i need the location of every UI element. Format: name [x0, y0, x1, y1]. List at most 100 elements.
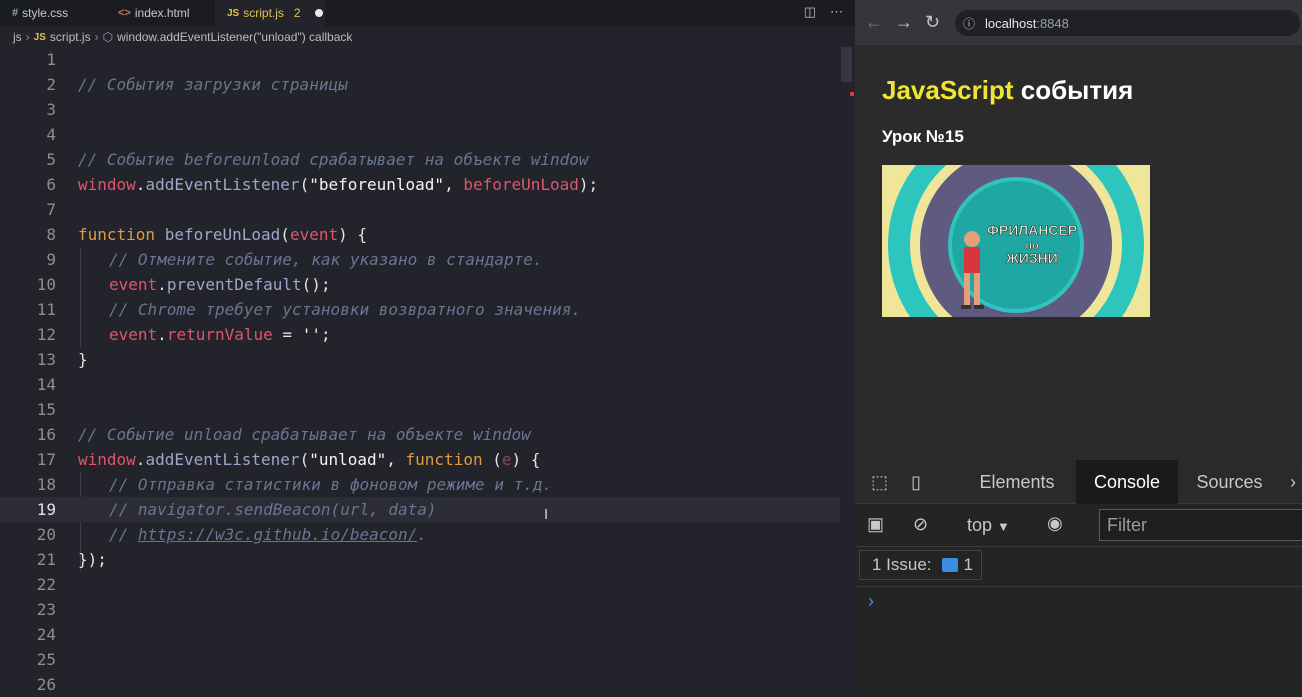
line-number: 24	[36, 625, 56, 644]
code-editor: # style.css <> index.html JS script.js 2…	[0, 0, 855, 697]
browser-window: ← → ↻ ⓘ localhost:8848 JavaScript событи…	[855, 0, 1302, 697]
tab-label: script.js	[243, 6, 284, 20]
tab-label: style.css	[22, 6, 69, 20]
breadcrumb-symbol[interactable]: window.addEventListener("unload") callba…	[117, 30, 352, 44]
address-bar[interactable]: ⓘ localhost:8848	[955, 10, 1300, 36]
code-line: 22	[0, 572, 845, 597]
code-line: 23	[0, 597, 845, 622]
code-token: ''	[301, 325, 321, 344]
code-line-current: 19 // navigator.sendBeacon(url, data)	[0, 497, 845, 522]
tab-elements[interactable]: Elements	[951, 460, 1083, 504]
device-toolbar-icon[interactable]: ▯	[911, 472, 921, 493]
line-number: 3	[46, 100, 56, 119]
code-line: 4	[0, 122, 845, 147]
code-line: 17 window.addEventListener("unload", func…	[0, 447, 845, 472]
text-cursor-icon: I	[544, 506, 549, 523]
code-token: "beforeunload"	[309, 175, 445, 194]
code-line: 16 // Событие unload срабатывает на объек…	[0, 422, 845, 447]
thumbnail-text: ФРИЛАНСЕР	[987, 222, 1077, 238]
lesson-thumbnail: ФРИЛАНСЕР по ЖИЗНИ	[882, 165, 1150, 317]
code-comment: // Отправка статистики в фоновом режиме …	[109, 475, 553, 494]
code-line: 5 // Событие beforeunload срабатывает на …	[0, 147, 845, 172]
code-token: beforeUnLoad	[463, 175, 579, 194]
js-file-icon: JS	[227, 7, 240, 19]
code-token: event	[289, 225, 339, 244]
context-selector[interactable]: top ▼	[967, 515, 1010, 536]
editor-tab-bar: # style.css <> index.html JS script.js 2…	[0, 0, 855, 26]
breadcrumb-file[interactable]: script.js	[50, 30, 91, 44]
clear-console-icon[interactable]: ⊘	[913, 514, 928, 535]
breadcrumb-folder[interactable]: js	[13, 30, 22, 44]
page-viewport: JavaScript события Урок №15 ФРИЛАНСЕР по…	[855, 45, 1302, 460]
line-number: 8	[46, 225, 56, 244]
reload-icon[interactable]: ↻	[925, 12, 940, 33]
line-number: 2	[46, 75, 56, 94]
code-comment: // События загрузки страницы	[78, 75, 348, 94]
code-token: returnValue	[166, 325, 273, 344]
page-title: JavaScript события	[882, 75, 1133, 106]
code-link[interactable]: https://w3c.github.io/beacon/	[138, 525, 417, 544]
breadcrumb: js › JS script.js › ⬡ window.addEventLis…	[0, 27, 855, 47]
js-file-icon: JS	[33, 31, 46, 43]
line-number: 1	[46, 50, 56, 69]
tab-sources[interactable]: Sources	[1178, 460, 1281, 504]
sidebar-toggle-icon[interactable]: ▣	[867, 514, 884, 535]
code-line: 14	[0, 372, 845, 397]
code-comment: // Событие unload срабатывает на объекте…	[78, 425, 531, 444]
issues-button[interactable]: 1 Issue: 1	[859, 550, 983, 580]
line-number: 7	[46, 200, 56, 219]
code-line: 2 // События загрузки страницы	[0, 72, 845, 97]
forward-arrow-icon[interactable]: →	[895, 12, 913, 33]
tab-index-html[interactable]: <> index.html	[106, 0, 212, 26]
error-marker	[850, 92, 854, 96]
code-line: 3	[0, 97, 845, 122]
more-tabs-icon[interactable]: ›	[1290, 472, 1296, 493]
code-token: function	[405, 450, 483, 469]
code-token: function	[78, 225, 156, 244]
code-token: e	[501, 450, 512, 469]
tab-script-js[interactable]: JS script.js 2	[215, 0, 325, 26]
browser-toolbar: ← → ↻ ⓘ localhost:8848	[855, 0, 1302, 45]
code-token: }	[78, 350, 88, 369]
code-line: 18 // Отправка статистики в фоновом режим…	[0, 472, 845, 497]
tab-console[interactable]: Console	[1076, 460, 1178, 504]
code-line: 20 // https://w3c.github.io/beacon/.	[0, 522, 845, 547]
code-comment: // Chrome требует установки возвратного …	[109, 300, 582, 319]
more-actions-icon[interactable]: ⋯	[830, 4, 843, 20]
page-title-highlight: JavaScript	[882, 75, 1014, 105]
code-line: 21});	[0, 547, 845, 572]
code-token: //	[109, 525, 138, 544]
console-prompt[interactable]: ›	[868, 591, 874, 612]
editor-actions: ◫ ⋯	[804, 4, 843, 20]
code-token: .	[417, 525, 427, 544]
inspect-element-icon[interactable]: ⬚	[871, 472, 888, 493]
tab-label: index.html	[134, 6, 190, 20]
code-token: window	[78, 175, 136, 194]
code-line: 9 // Отмените событие, как указано в стан…	[0, 247, 845, 272]
context-label: top	[967, 515, 993, 535]
unsaved-dot-icon[interactable]	[314, 9, 323, 17]
tab-style-css[interactable]: # style.css	[0, 0, 103, 26]
line-number: 23	[36, 600, 56, 619]
line-number: 6	[46, 175, 56, 194]
site-info-icon[interactable]: ⓘ	[963, 15, 975, 32]
line-number: 20	[36, 525, 56, 544]
devtools-panel: ⬚ ▯ Elements Console Sources › ▣ ⊘ top ▼…	[855, 460, 1302, 697]
scrollbar-thumb[interactable]	[841, 47, 852, 82]
filter-input[interactable]: Filter	[1099, 509, 1302, 541]
code-comment: // Событие beforeunload срабатывает на о…	[78, 150, 589, 169]
eye-icon[interactable]: ◉	[1047, 513, 1063, 534]
issues-count: 1	[963, 555, 974, 574]
code-comment: // Отмените событие, как указано в станд…	[109, 250, 543, 269]
line-number: 22	[36, 575, 56, 594]
editor-scrollbar[interactable]	[840, 47, 854, 697]
issues-label: 1 Issue:	[872, 555, 932, 574]
split-editor-icon[interactable]: ◫	[804, 4, 816, 20]
lesson-heading: Урок №15	[882, 127, 964, 146]
browser-nav: ← → ↻	[865, 12, 940, 33]
code-line: 25	[0, 647, 845, 672]
back-arrow-icon[interactable]: ←	[865, 12, 883, 33]
url-host: localhost	[985, 15, 1037, 31]
chevron-right-icon: ›	[94, 30, 99, 44]
code-token: addEventListener	[145, 175, 300, 194]
